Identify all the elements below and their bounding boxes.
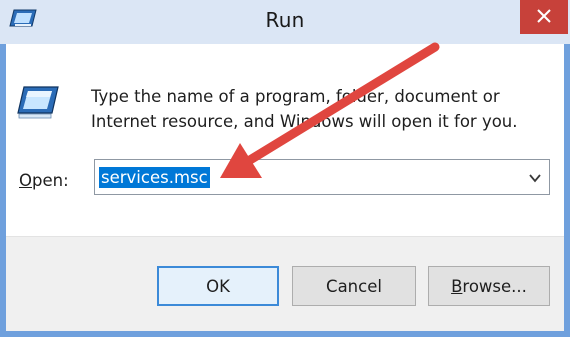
browse-button-label: rowse... (462, 276, 527, 296)
run-dialog-window: Run Type the name of a program, folder, … (0, 0, 570, 337)
window-title: Run (265, 8, 305, 32)
run-dialog-icon (15, 85, 59, 121)
cancel-button-label: Cancel (326, 276, 382, 296)
description-line-2: Internet resource, and Windows will open… (91, 112, 518, 131)
dialog-description: Type the name of a program, folder, docu… (91, 84, 531, 134)
ok-button-label: OK (206, 276, 230, 296)
title-bar[interactable]: Run (0, 0, 570, 44)
open-label-text: pen: (32, 171, 69, 190)
browse-button[interactable]: Browse... (428, 266, 550, 306)
close-button[interactable] (520, 0, 568, 34)
chevron-down-icon[interactable] (528, 170, 542, 184)
open-label: Open: (19, 171, 69, 190)
open-input-value[interactable]: services.msc (99, 167, 210, 188)
close-icon (537, 8, 551, 27)
ok-button[interactable]: OK (157, 266, 279, 306)
cancel-button[interactable]: Cancel (292, 266, 416, 306)
description-line-1: Type the name of a program, folder, docu… (91, 87, 500, 106)
browse-access-key: B (451, 276, 463, 296)
open-label-access-key: O (19, 171, 32, 190)
open-combobox[interactable]: services.msc (94, 159, 550, 195)
